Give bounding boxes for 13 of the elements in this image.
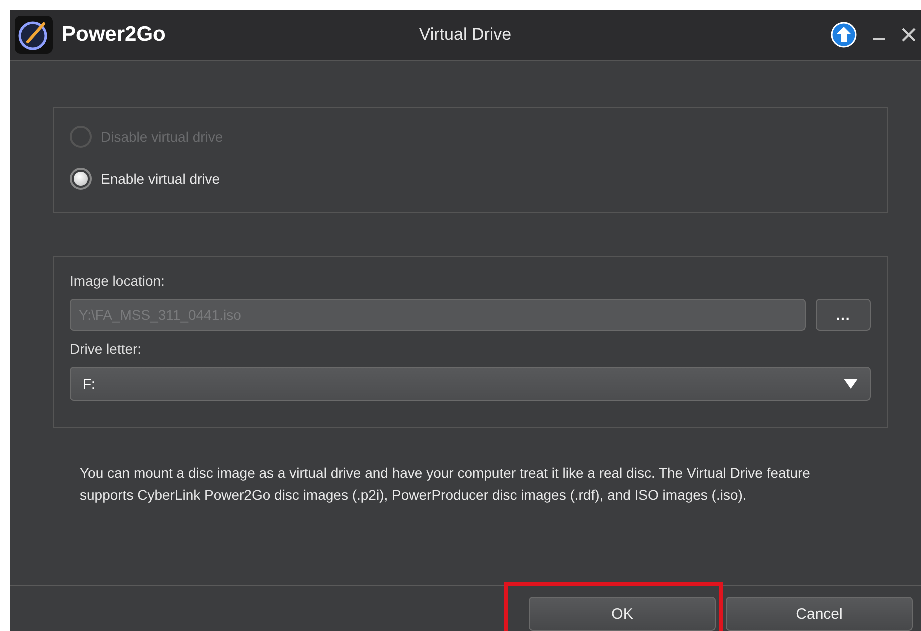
dialog-button[interactable]: OK [529,597,716,631]
field-label: Drive letter: [70,341,143,357]
dialog-button[interactable]: Cancel [726,597,913,631]
close-icon[interactable] [901,27,917,43]
radio-option[interactable]: Enable virtual drive [70,168,220,190]
field-label: Image location: [70,273,166,289]
dropdown-arrow-icon [844,378,858,390]
app-logo-icon [14,15,54,55]
app-name: Power2Go [62,23,166,47]
window-title: Virtual Drive [419,25,512,44]
upgrade-icon[interactable] [831,22,857,48]
drive-letter-dropdown[interactable]: F: [70,367,871,401]
description-text: You can mount a disc image as a virtual drive and have your computer treat it like a real disc. The Virtual Drive feature supports CyberLink Power2Go disc images (.p2i), PowerProducer disc images (.rdf), and ISO images (.iso). [80,464,812,505]
